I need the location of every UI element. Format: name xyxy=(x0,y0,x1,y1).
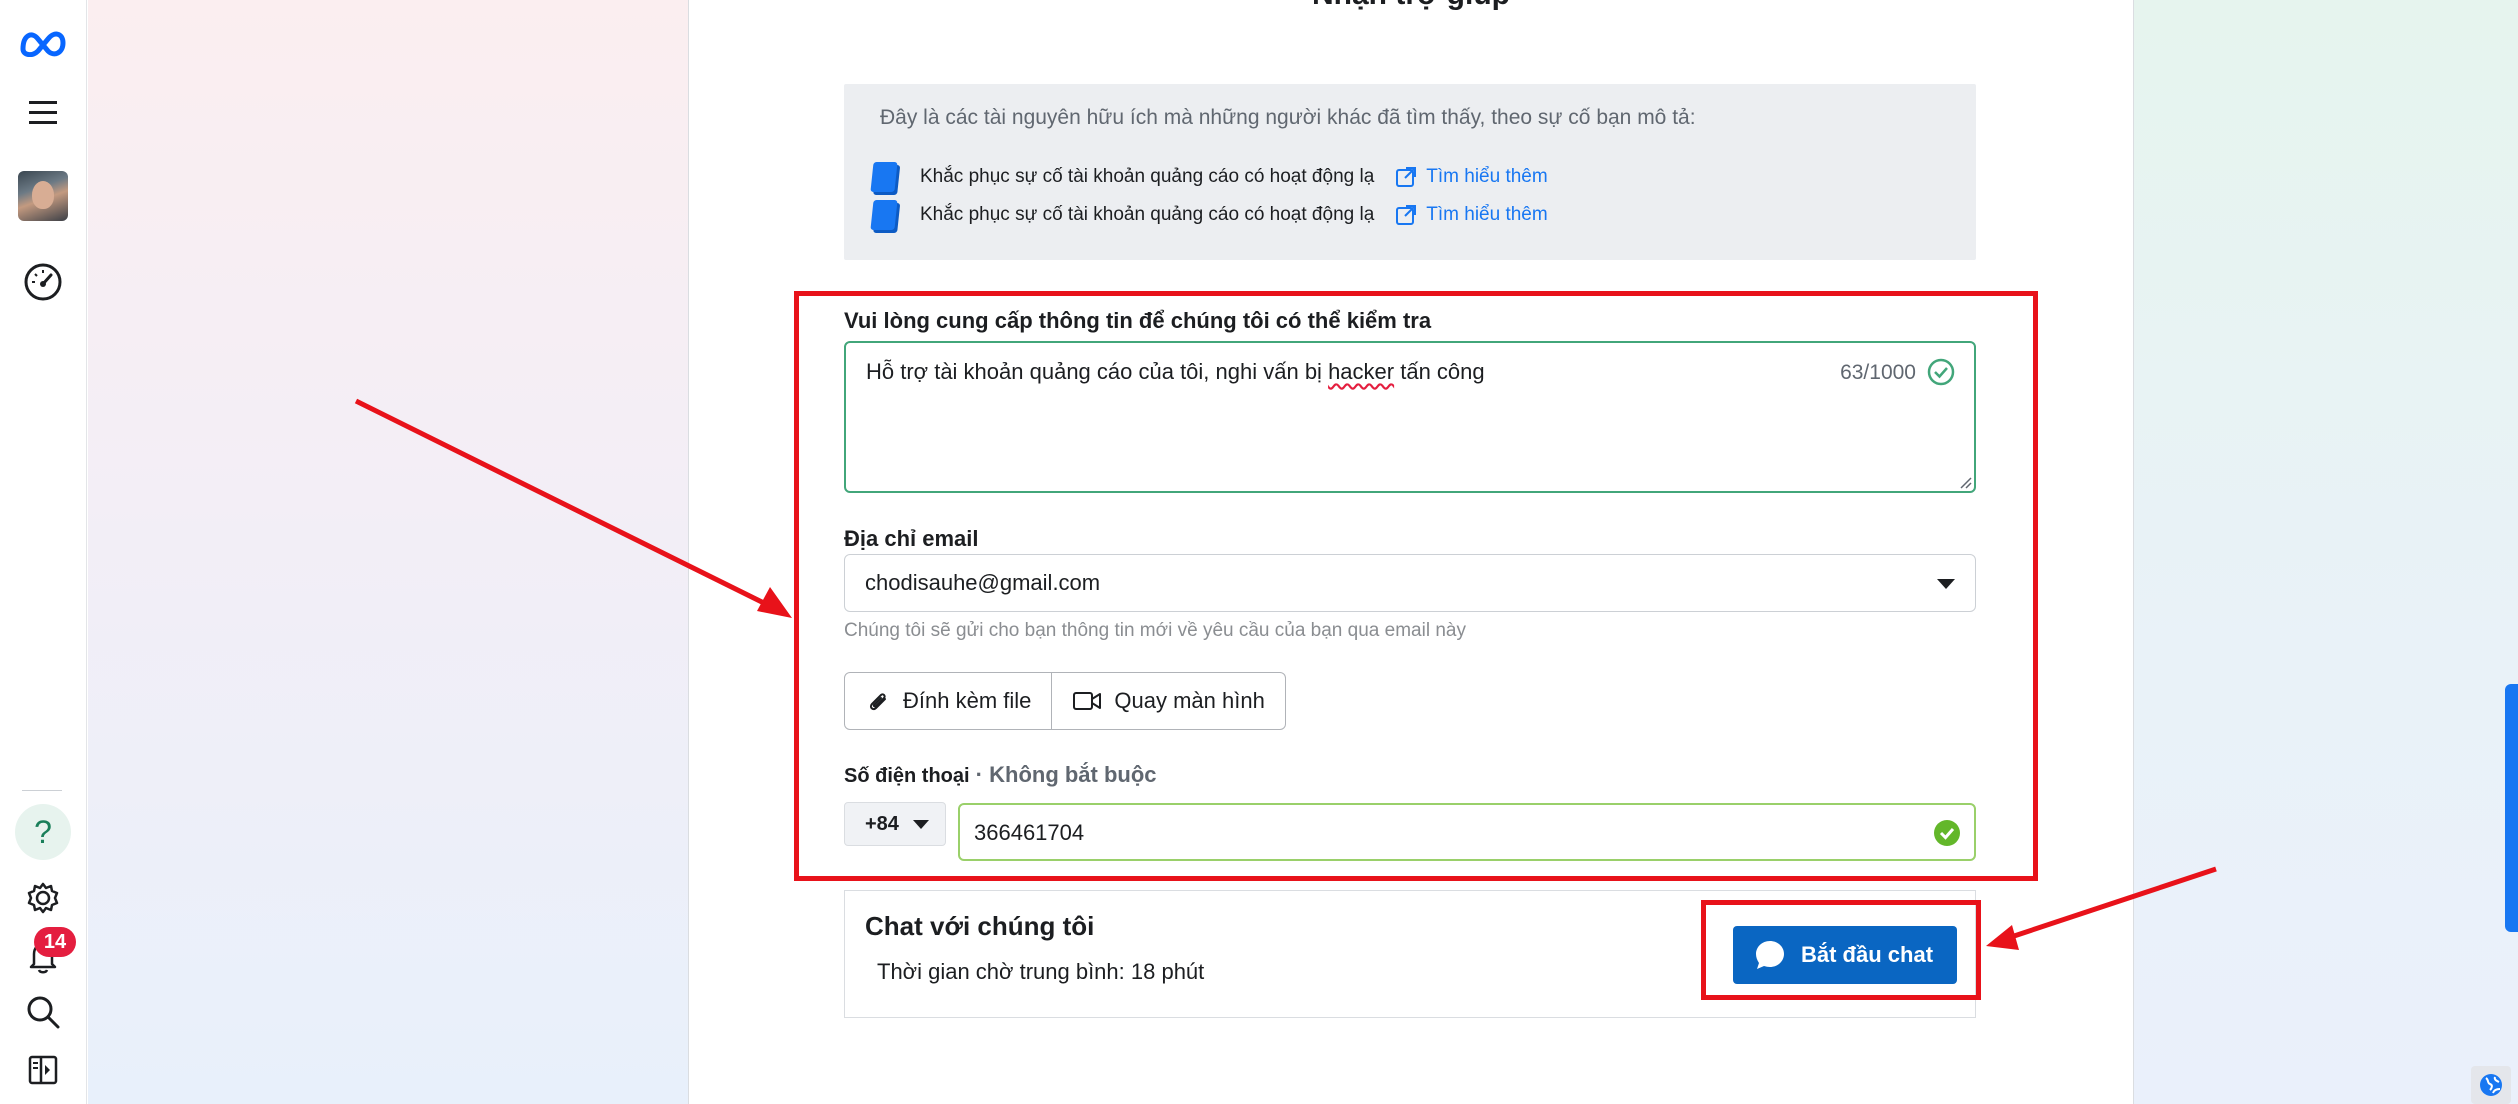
annotation-arrows xyxy=(354,398,2217,950)
annotation-arrow-left xyxy=(354,398,780,613)
globe-icon[interactable] xyxy=(2471,1066,2511,1104)
annotation-arrowhead-left xyxy=(757,587,792,618)
annotation-arrow-right xyxy=(2001,866,2217,943)
right-edge-tab[interactable] xyxy=(2505,684,2518,932)
annotation-arrowhead-right xyxy=(1986,925,2019,950)
